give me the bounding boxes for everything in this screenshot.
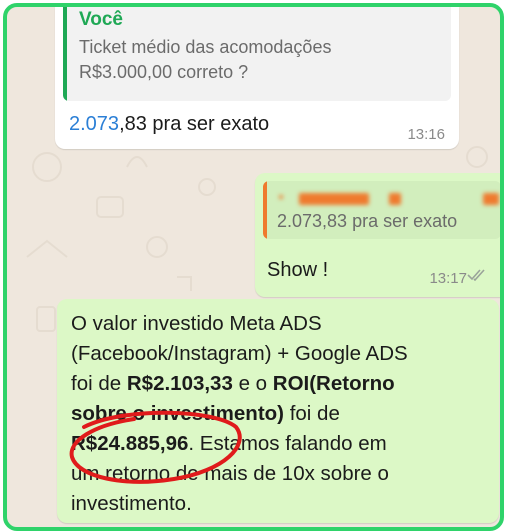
double-check-icon [467, 269, 485, 281]
annotation-line-2: (Facebook/Instagram) + Google ADS [71, 342, 408, 365]
redacted-name-block [389, 193, 401, 205]
highlight-circle [69, 410, 242, 484]
annotation-line-7: investimento. [71, 492, 192, 515]
phone-number-link[interactable]: 2.073 [69, 113, 119, 135]
redacted-name-mark [279, 195, 283, 199]
incoming-message-rest: ,83 pra ser exato [119, 113, 270, 135]
message-timestamp: 13:16 [407, 126, 445, 143]
outgoing-message-text: Show ! [267, 259, 329, 281]
message-timestamp: 13:17 [429, 270, 467, 287]
incoming-message-bubble[interactable]: Você Ticket médio das acomodações R$3.00… [55, 7, 459, 149]
quoted-reply[interactable]: 2.073,83 pra ser exato [263, 181, 500, 239]
invested-amount: R$2.103,33 [126, 372, 233, 395]
quote-accent-bar [63, 7, 67, 101]
quote-accent-bar [263, 181, 267, 239]
text-span: foi de [71, 372, 127, 395]
redacted-name-block [483, 193, 499, 205]
outgoing-message-bubble[interactable]: 2.073,83 pra ser exato Show ! 13:17 [255, 173, 500, 297]
text-span: e o [232, 372, 273, 395]
quote-line-2: R$3.000,00 correto ? [79, 62, 249, 82]
quote-text: 2.073,83 pra ser exato [277, 211, 458, 231]
incoming-message-text: 2.073,83 pra ser exato [69, 113, 269, 136]
annotation-line-3: foi de R$2.103,33 e o ROI(Retorno [71, 369, 491, 399]
quote-author: Você [79, 9, 124, 30]
quote-line-1: Ticket médio das acomodações [79, 37, 332, 57]
roi-label: ROI(Retorno [272, 372, 395, 395]
quoted-message[interactable]: Você Ticket médio das acomodações R$3.00… [63, 7, 451, 101]
annotation-line-1: O valor investido Meta ADS [71, 312, 322, 335]
chat-screenshot-frame: Você Ticket médio das acomodações R$3.00… [3, 3, 504, 531]
text-span: foi de [284, 402, 340, 425]
quote-text: Ticket médio das acomodações R$3.000,00 … [79, 35, 439, 85]
redacted-name-block [299, 193, 369, 205]
